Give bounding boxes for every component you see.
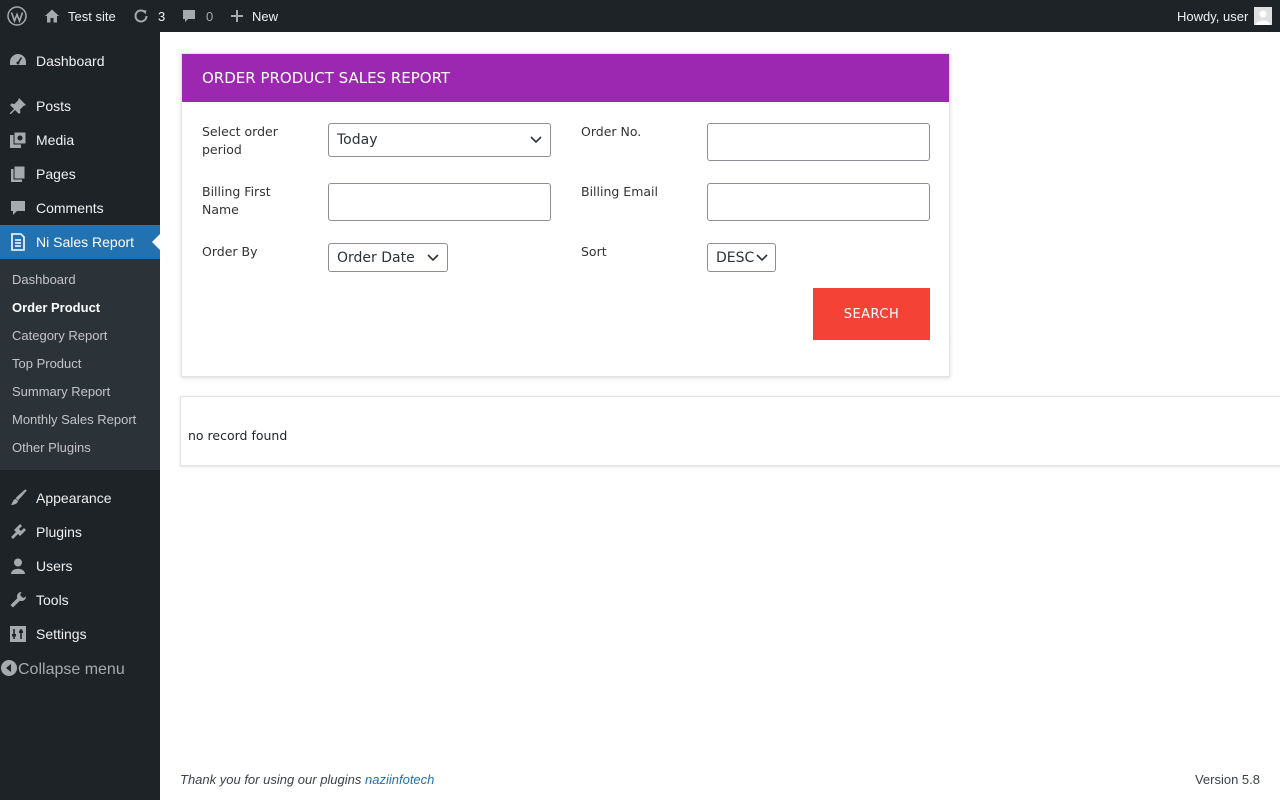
account-menu[interactable]: Howdy, user <box>1177 0 1273 32</box>
sidebar-item-posts[interactable]: Posts <box>0 89 160 123</box>
billing-first-name-input[interactable] <box>328 183 551 221</box>
submenu-item-top-product[interactable]: Top Product <box>12 356 81 371</box>
order-by-select[interactable]: Order Date <box>328 243 448 272</box>
comments-link[interactable]: 0 <box>181 0 213 32</box>
sidebar-item-label: Posts <box>36 98 72 114</box>
submenu-item-monthly-sales-report[interactable]: Monthly Sales Report <box>12 412 136 427</box>
user-icon <box>8 556 28 576</box>
admin-sidebar: Dashboard Posts Media Pages Comments Ni … <box>0 32 160 800</box>
order-no-input[interactable] <box>707 123 930 161</box>
search-button[interactable]: SEARCH <box>813 288 930 340</box>
sort-select[interactable]: DESC <box>707 243 776 272</box>
dashboard-icon <box>8 51 28 71</box>
current-menu-arrow <box>152 234 160 250</box>
pin-icon <box>8 96 28 116</box>
page-title: ORDER PRODUCT SALES REPORT <box>202 69 451 87</box>
order-period-value: Today <box>337 132 378 148</box>
sidebar-item-comments[interactable]: Comments <box>0 191 160 225</box>
sidebar-item-plugins[interactable]: Plugins <box>0 515 160 549</box>
submenu-item-dashboard[interactable]: Dashboard <box>12 272 76 287</box>
chevron-down-icon <box>427 250 439 266</box>
sidebar-item-label: Appearance <box>36 490 112 506</box>
sidebar-item-label: Media <box>36 132 75 148</box>
order-no-label: Order No. <box>581 124 642 139</box>
naziinfotech-link[interactable]: naziinfotech <box>365 772 434 787</box>
panel-header: ORDER PRODUCT SALES REPORT <box>182 54 949 102</box>
order-by-label: Order By <box>202 244 258 259</box>
admin-bar: Test site 3 0 New Howdy, user <box>0 0 1280 32</box>
greeting: Howdy, user <box>1177 8 1249 24</box>
sidebar-item-label: Users <box>36 558 73 574</box>
chevron-down-icon <box>756 250 768 266</box>
sidebar-item-appearance[interactable]: Appearance <box>0 481 160 515</box>
sidebar-item-settings[interactable]: Settings <box>0 617 160 651</box>
comment-icon <box>8 198 28 218</box>
comments-count: 0 <box>206 8 214 24</box>
order-period-select[interactable]: Today <box>328 123 551 157</box>
footer-thanks: Thank you for using our plugins naziinfo… <box>180 772 434 787</box>
sidebar-item-label: Tools <box>36 592 69 608</box>
wordpress-logo-icon[interactable] <box>7 0 27 32</box>
sidebar-item-pages[interactable]: Pages <box>0 157 160 191</box>
no-record-message: no record found <box>188 428 288 443</box>
version-text: Version 5.8 <box>1194 772 1260 787</box>
billing-email-input[interactable] <box>707 183 930 221</box>
settings-icon <box>8 624 28 644</box>
submenu-item-summary-report[interactable]: Summary Report <box>12 384 110 399</box>
sidebar-item-dashboard[interactable]: Dashboard <box>0 44 160 78</box>
pages-icon <box>8 164 28 184</box>
submenu-item-category-report[interactable]: Category Report <box>12 328 107 343</box>
new-label: New <box>252 8 279 24</box>
sort-label: Sort <box>581 244 607 259</box>
sidebar-item-label: Dashboard <box>36 53 105 69</box>
sidebar-item-media[interactable]: Media <box>0 123 160 157</box>
submenu-item-order-product[interactable]: Order Product <box>12 300 100 315</box>
sidebar-item-label: Settings <box>36 626 87 642</box>
avatar <box>1254 7 1273 25</box>
billing-email-label: Billing Email <box>581 184 658 199</box>
wrench-icon <box>8 590 28 610</box>
refresh-icon <box>132 7 150 25</box>
collapse-menu-label: Collapse menu <box>18 661 125 678</box>
comment-icon <box>181 8 197 24</box>
collapse-menu-button[interactable]: Collapse menu <box>0 653 160 687</box>
submenu-item-other-plugins[interactable]: Other Plugins <box>12 440 91 455</box>
sidebar-item-label: Comments <box>36 200 104 216</box>
sidebar-item-label: Pages <box>36 166 76 182</box>
sidebar-item-ni-sales-report[interactable]: Ni Sales Report <box>0 225 160 259</box>
sidebar-item-label: Ni Sales Report <box>36 234 135 250</box>
site-name: Test site <box>68 8 116 24</box>
updates-count: 3 <box>158 8 166 24</box>
sidebar-item-tools[interactable]: Tools <box>0 583 160 617</box>
home-icon <box>44 8 60 24</box>
order-by-value: Order Date <box>337 249 415 266</box>
footer-thanks-text: Thank you for using our plugins <box>180 772 362 787</box>
period-label: Select order period <box>202 124 278 157</box>
sort-value: DESC <box>716 249 755 266</box>
billing-first-name-label: Billing First Name <box>202 184 271 217</box>
sidebar-item-users[interactable]: Users <box>0 549 160 583</box>
sidebar-item-label: Plugins <box>36 524 82 540</box>
report-filter-panel: ORDER PRODUCT SALES REPORT Select order … <box>181 53 950 377</box>
plus-icon <box>230 9 244 23</box>
ni-sales-report-submenu: Dashboard Order Product Category Report … <box>0 259 160 470</box>
site-name-link[interactable]: Test site <box>44 0 116 32</box>
media-icon <box>8 130 28 150</box>
updates-link[interactable]: 3 <box>132 0 165 32</box>
brush-icon <box>8 488 28 508</box>
plugin-icon <box>8 522 28 542</box>
chevron-down-icon <box>530 132 542 148</box>
collapse-arrow-icon <box>0 659 18 682</box>
report-icon <box>8 232 28 252</box>
new-content-link[interactable]: New <box>230 0 278 32</box>
results-panel: no record found <box>180 396 1280 466</box>
